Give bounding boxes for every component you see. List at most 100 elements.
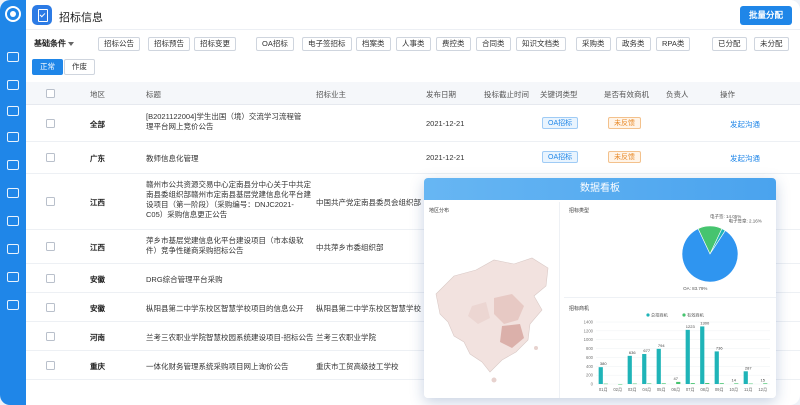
row-checkbox[interactable] bbox=[46, 303, 55, 312]
row-region: 安徽 bbox=[90, 304, 105, 313]
row-checkbox[interactable] bbox=[46, 274, 55, 283]
data-dashboard-panel: 数据看板 地区分布 招标类型 电子签: 14.05% 电子签章: 2.16% OA:… bbox=[424, 178, 776, 398]
bar-valid bbox=[647, 383, 652, 384]
x-tick-label: 11月 bbox=[744, 387, 753, 393]
bar-total bbox=[700, 326, 705, 384]
data-label: 1223 bbox=[686, 324, 696, 329]
page-title: 招标信息 bbox=[59, 12, 103, 24]
chip-oa[interactable]: OA招标 bbox=[256, 37, 294, 51]
chip-esign[interactable]: 电子签招标 bbox=[302, 37, 352, 51]
row-checkbox[interactable] bbox=[46, 119, 55, 128]
bar-total bbox=[598, 367, 603, 384]
tab-void[interactable]: 作废 bbox=[64, 59, 95, 75]
legend-label: 有效商机 bbox=[687, 312, 705, 319]
chip-government[interactable]: 政务类 bbox=[616, 37, 651, 51]
table-row[interactable]: 全部 [B2021122004]学生出国（境）交流学习流程管理平台网上竞价公告 … bbox=[26, 105, 800, 142]
select-all-checkbox[interactable] bbox=[46, 89, 55, 98]
dashboard-title: 数据看板 bbox=[424, 178, 776, 200]
data-label: 47 bbox=[674, 376, 679, 381]
row-owner: 枞阳县第二中学东校区智慧学校 bbox=[316, 304, 421, 313]
bar-total bbox=[714, 351, 719, 384]
row-date: 2021-12-21 bbox=[426, 119, 465, 128]
chip-assigned[interactable]: 已分配 bbox=[712, 37, 747, 51]
x-tick-label: 05月 bbox=[657, 387, 666, 393]
legend-label: 总招商机 bbox=[651, 312, 669, 319]
initiate-contact-link[interactable]: 发起沟通 bbox=[730, 119, 760, 130]
x-tick-label: 02月 bbox=[613, 387, 622, 393]
bar-total bbox=[743, 371, 748, 384]
bar-valid bbox=[676, 381, 681, 384]
map-panel: 地区分布 bbox=[424, 202, 560, 398]
nav-report-icon[interactable] bbox=[7, 244, 19, 254]
row-date: 2021-12-21 bbox=[426, 153, 465, 162]
y-tick-label: 1000 bbox=[584, 337, 594, 342]
chip-bid-change[interactable]: 招标变更 bbox=[194, 37, 236, 51]
bar-valid bbox=[632, 383, 637, 385]
row-title: 赣州市公共资源交易中心定南县分中心关于中共定南县委组织部赣州市定南县基层党建信息… bbox=[146, 180, 311, 219]
bar-valid bbox=[705, 383, 710, 384]
row-region: 江西 bbox=[90, 198, 105, 207]
bar-valid bbox=[603, 383, 608, 385]
bar-valid bbox=[661, 383, 666, 384]
nav-monitor-icon[interactable] bbox=[7, 106, 19, 116]
x-tick-label: 06月 bbox=[671, 387, 680, 393]
row-checkbox[interactable] bbox=[46, 197, 55, 206]
pie-panel: 招标类型 电子签: 14.05% 电子签章: 2.16% OA: 83.79% bbox=[564, 202, 776, 298]
row-checkbox[interactable] bbox=[46, 332, 55, 341]
data-label: 636 bbox=[629, 350, 636, 355]
initiate-contact-link[interactable]: 发起沟通 bbox=[730, 153, 760, 164]
nav-file-icon[interactable] bbox=[7, 132, 19, 142]
top-bar: 招标信息 批量分配 bbox=[26, 0, 800, 30]
bar-chart: 总招商机 有效商机 0 200 400 600 800 1000 1200 1400 380 01月 0… bbox=[584, 312, 770, 393]
app-logo-icon[interactable] bbox=[5, 6, 21, 22]
nav-list-icon[interactable] bbox=[7, 80, 19, 90]
bar-valid bbox=[719, 383, 724, 384]
row-checkbox[interactable] bbox=[46, 242, 55, 251]
bar-valid bbox=[763, 383, 768, 384]
nav-settings-icon[interactable] bbox=[7, 300, 19, 310]
x-tick-label: 09月 bbox=[715, 387, 724, 393]
tab-normal[interactable]: 正常 bbox=[32, 59, 63, 75]
y-tick-label: 1400 bbox=[584, 320, 594, 325]
table-header: 地区 标题 招标业主 发布日期 投标截止时间 关键词类型 是否有效商机 负责人 … bbox=[26, 82, 800, 105]
x-tick-label: 08月 bbox=[700, 387, 709, 393]
row-checkbox[interactable] bbox=[46, 153, 55, 162]
bar-total bbox=[642, 354, 647, 384]
nav-grid-icon[interactable] bbox=[7, 216, 19, 226]
chip-archive[interactable]: 档案类 bbox=[356, 37, 391, 51]
batch-assign-button[interactable]: 批量分配 bbox=[739, 6, 792, 25]
x-tick-label: 07月 bbox=[686, 387, 695, 393]
col-valid-opportunity: 是否有效商机 bbox=[604, 90, 649, 99]
chip-contract[interactable]: 合同类 bbox=[476, 37, 511, 51]
bid-info-icon bbox=[32, 5, 52, 25]
china-map bbox=[435, 257, 549, 383]
row-region: 江西 bbox=[90, 243, 105, 252]
chip-expense[interactable]: 费控类 bbox=[436, 37, 471, 51]
nav-calendar-icon[interactable] bbox=[7, 272, 19, 282]
bar-valid bbox=[690, 383, 695, 384]
chip-hr[interactable]: 人事类 bbox=[396, 37, 431, 51]
row-title: 教师信息化管理 bbox=[146, 154, 199, 163]
map-island bbox=[534, 346, 538, 350]
row-checkbox[interactable] bbox=[46, 361, 55, 370]
chip-rpa[interactable]: RPA类 bbox=[656, 37, 691, 51]
x-tick-label: 01月 bbox=[599, 387, 608, 393]
chip-unassigned[interactable]: 未分配 bbox=[754, 37, 789, 51]
nav-doc-icon[interactable] bbox=[7, 52, 19, 62]
y-tick-label: 1200 bbox=[584, 328, 594, 333]
legend-swatch bbox=[646, 313, 650, 317]
chip-knowledge[interactable]: 知识文档类 bbox=[516, 37, 566, 51]
bar-total bbox=[627, 355, 632, 384]
col-publish-date: 发布日期 bbox=[426, 90, 456, 99]
chip-bid-forecast[interactable]: 招标预告 bbox=[148, 37, 190, 51]
row-region: 河南 bbox=[90, 333, 105, 342]
nav-edit-icon[interactable] bbox=[7, 188, 19, 198]
data-label: 15 bbox=[761, 377, 766, 382]
table-row[interactable]: 广东 教师信息化管理 2021-12-21 OA招标 未反馈 发起沟通 bbox=[26, 142, 800, 174]
basic-conditions-dropdown[interactable]: 基础条件 bbox=[34, 38, 74, 49]
pie-label: 电子签章: 2.16% bbox=[729, 218, 762, 225]
nav-screen-icon[interactable] bbox=[7, 160, 19, 170]
chip-procurement[interactable]: 采购类 bbox=[576, 37, 611, 51]
chip-bid-notice[interactable]: 招标公告 bbox=[98, 37, 140, 51]
bar-total bbox=[685, 329, 690, 384]
